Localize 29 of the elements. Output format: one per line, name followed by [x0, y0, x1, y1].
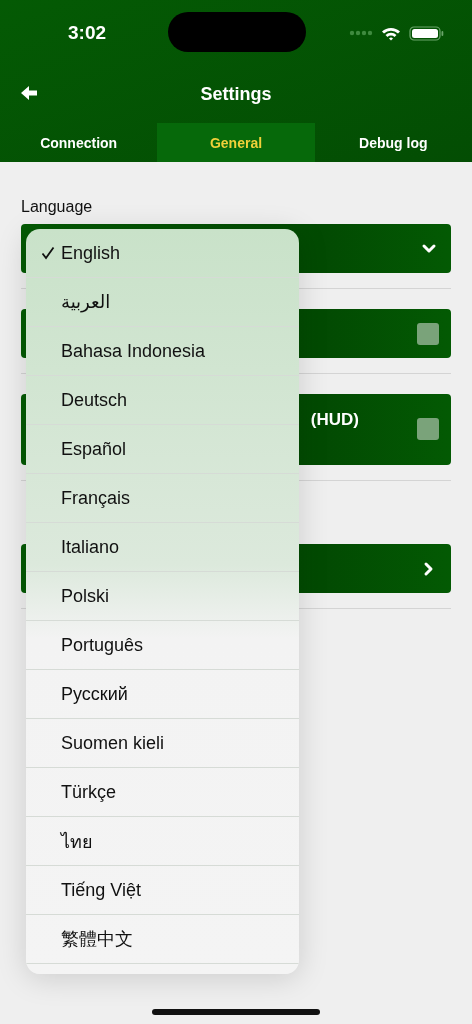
wifi-icon [381, 25, 401, 41]
menu-item[interactable]: Suomen kieli [26, 719, 299, 768]
battery-icon [409, 25, 444, 41]
back-arrow-icon[interactable] [21, 85, 37, 101]
menu-item[interactable]: Bahasa Indonesia [26, 327, 299, 376]
section-label: Language [21, 198, 94, 216]
menu-item[interactable]: ไทย [26, 817, 299, 866]
menu-item[interactable]: العربية [26, 278, 299, 327]
menu-item[interactable]: Русский [26, 670, 299, 719]
menu-item[interactable]: Italiano [26, 523, 299, 572]
status-time: 3:02 [68, 22, 108, 44]
screen-title: Settings [200, 84, 272, 105]
signal-icon [349, 30, 373, 36]
menu-item[interactable]: Español [26, 425, 299, 474]
setting-label: (HUD) [310, 410, 359, 430]
menu-item[interactable]: Deutsch [26, 376, 299, 425]
menu-item[interactable]: Português [26, 621, 299, 670]
checkbox[interactable] [417, 322, 439, 345]
menu-item[interactable]: Polski [26, 572, 299, 621]
checkbox[interactable] [417, 418, 439, 440]
menu-item[interactable]: 繁體中文 [26, 915, 299, 964]
tab[interactable]: General [157, 123, 315, 162]
menu-item[interactable]: Français [26, 474, 299, 523]
checkmark-icon [41, 246, 55, 260]
menu-item[interactable]: Türkçe [26, 768, 299, 817]
menu-item[interactable]: Tiếng Việt [26, 866, 299, 915]
menu-item[interactable]: English [26, 229, 299, 278]
tab[interactable]: Connection [0, 123, 158, 162]
tab[interactable]: Debug log [314, 123, 472, 162]
